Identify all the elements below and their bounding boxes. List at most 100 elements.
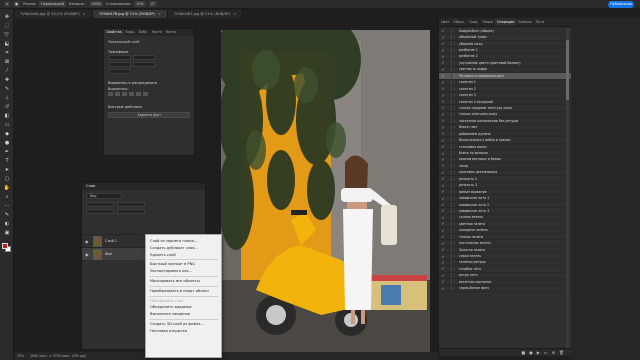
dialog-toggle[interactable]	[447, 137, 452, 143]
remove-background-button[interactable]: Удалить фон	[108, 112, 190, 118]
angle-field[interactable]: 0°	[148, 1, 157, 7]
checkmark-icon[interactable]: ✓	[439, 151, 447, 156]
checkmark-icon[interactable]: ✓	[439, 99, 447, 104]
checkmark-icon[interactable]: ✓	[439, 131, 447, 136]
smoothing-field[interactable]: 10%	[134, 1, 146, 7]
context-menu-item[interactable]: Преобразовать в смарт-объект	[146, 288, 221, 295]
dialog-toggle[interactable]	[447, 79, 452, 85]
checkmark-icon[interactable]: ✓	[439, 234, 447, 239]
dialog-toggle[interactable]	[447, 86, 452, 92]
tab-libraries[interactable]: Библ.	[137, 29, 150, 36]
checkmark-icon[interactable]: ✓	[439, 266, 447, 271]
dialog-toggle[interactable]	[447, 144, 452, 150]
checkmark-icon[interactable]: ✓	[439, 202, 447, 207]
checkmark-icon[interactable]: ✓	[439, 247, 447, 252]
hand-tool-icon[interactable]: ✋	[3, 184, 11, 191]
dialog-toggle[interactable]	[447, 169, 452, 175]
type-tool-icon[interactable]: T	[3, 157, 11, 164]
checkmark-icon[interactable]: ✓	[439, 196, 447, 201]
checkmark-icon[interactable]: ✓	[439, 73, 447, 78]
opacity-field[interactable]	[117, 202, 145, 207]
actions-tab[interactable]: Пути	[534, 18, 547, 26]
dialog-toggle[interactable]	[447, 182, 452, 188]
dialog-toggle[interactable]	[447, 227, 452, 233]
brush-tool-icon[interactable]: ✎	[3, 85, 11, 92]
dialog-toggle[interactable]	[447, 208, 452, 214]
dialog-toggle[interactable]	[447, 111, 452, 117]
fill-field[interactable]	[117, 209, 145, 214]
checkmark-icon[interactable]: ✓	[439, 157, 447, 162]
align-top-icon[interactable]	[129, 92, 134, 96]
context-menu-item[interactable]: Создать 3D-слой из файла...	[146, 321, 221, 328]
align-right-icon[interactable]	[122, 92, 127, 96]
mode-select[interactable]: Нормальный	[39, 1, 66, 7]
dialog-toggle[interactable]	[447, 240, 452, 246]
dialog-toggle[interactable]	[447, 163, 452, 169]
new-action-icon[interactable]: ⊞	[552, 350, 555, 355]
actions-tab[interactable]: Каналы	[516, 18, 533, 26]
shape-tool-icon[interactable]: ▢	[3, 175, 11, 182]
foreground-color-swatch[interactable]	[2, 243, 8, 249]
blend-mode-select[interactable]	[86, 202, 114, 207]
dialog-toggle[interactable]	[447, 176, 452, 182]
section-align[interactable]: Выровнять и распределить	[104, 81, 194, 85]
publish-button[interactable]: Публикация	[608, 1, 634, 8]
checkmark-icon[interactable]: ✓	[439, 183, 447, 188]
quick-mask-icon[interactable]: ◐	[3, 220, 11, 227]
context-menu-item[interactable]: Выполнить сведение	[146, 311, 221, 318]
checkmark-icon[interactable]: ✓	[439, 105, 447, 110]
section-quick-actions[interactable]: Быстрые действия	[104, 105, 194, 109]
checkmark-icon[interactable]: ✓	[439, 35, 447, 40]
y-field[interactable]	[133, 62, 155, 67]
dialog-toggle[interactable]	[447, 272, 452, 278]
checkmark-icon[interactable]: ✓	[439, 279, 447, 284]
checkmark-icon[interactable]: ✓	[439, 80, 447, 85]
actions-scrollbar-thumb[interactable]	[566, 40, 569, 100]
checkmark-icon[interactable]: ✓	[439, 208, 447, 213]
dialog-toggle[interactable]	[447, 34, 452, 40]
actions-tab[interactable]: Узоры	[480, 18, 494, 26]
align-bottom-icon[interactable]	[143, 92, 148, 96]
checkmark-icon[interactable]: ✓	[439, 67, 447, 72]
blur-tool-icon[interactable]: ◆	[3, 130, 11, 137]
checkmark-icon[interactable]: ✓	[439, 112, 447, 117]
action-item[interactable]: ✓ › черно-белое фото	[439, 285, 572, 292]
zoom-readout[interactable]: 25%	[17, 352, 24, 360]
dialog-toggle[interactable]	[447, 195, 452, 201]
align-left-icon[interactable]	[108, 92, 113, 96]
checkmark-icon[interactable]: ✓	[439, 48, 447, 53]
dialog-toggle[interactable]	[447, 105, 452, 111]
new-set-icon[interactable]: ▭	[544, 350, 548, 355]
dialog-toggle[interactable]	[447, 124, 452, 130]
eyedropper-tool-icon[interactable]: ⁄	[3, 67, 11, 74]
crop-tool-icon[interactable]: ⌗	[3, 49, 11, 56]
stop-icon[interactable]: ■	[521, 350, 525, 355]
dialog-toggle[interactable]	[447, 131, 452, 137]
checkmark-icon[interactable]: ✓	[439, 86, 447, 91]
dialog-toggle[interactable]	[447, 247, 452, 253]
layer-filter-select[interactable]: Вид	[86, 193, 122, 199]
height-field[interactable]	[133, 55, 155, 60]
history-brush-icon[interactable]: ↺	[3, 103, 11, 110]
checkmark-icon[interactable]: ✓	[439, 260, 447, 265]
actions-tab[interactable]: Цвет	[439, 18, 451, 26]
dialog-toggle[interactable]	[447, 214, 452, 220]
layers-title[interactable]: Слои	[82, 183, 205, 190]
doc-tab-3[interactable]: 7V9A0483.jpg @ 21% (RGB/8*) ×	[167, 10, 244, 18]
checkmark-icon[interactable]: ✓	[439, 93, 447, 98]
gradient-tool-icon[interactable]: ▭	[3, 121, 11, 128]
x-field[interactable]	[109, 62, 131, 67]
play-icon[interactable]: ▶	[537, 350, 540, 355]
checkmark-icon[interactable]: ✓	[439, 170, 447, 175]
healing-tool-icon[interactable]: ✚	[3, 76, 11, 83]
dialog-toggle[interactable]	[447, 189, 452, 195]
zoom-tool-icon[interactable]: ⌕	[3, 193, 11, 200]
actions-tab[interactable]: Образ.	[451, 18, 467, 26]
dialog-toggle[interactable]	[447, 279, 452, 285]
dialog-toggle[interactable]	[447, 156, 452, 162]
checkmark-icon[interactable]: ✓	[439, 228, 447, 233]
tab-adjustments[interactable]: Корр.	[124, 29, 137, 36]
context-menu-item[interactable]: Удалить слой	[146, 252, 221, 259]
close-icon[interactable]: ×	[83, 10, 86, 18]
eye-icon[interactable]: ◉	[85, 239, 90, 244]
